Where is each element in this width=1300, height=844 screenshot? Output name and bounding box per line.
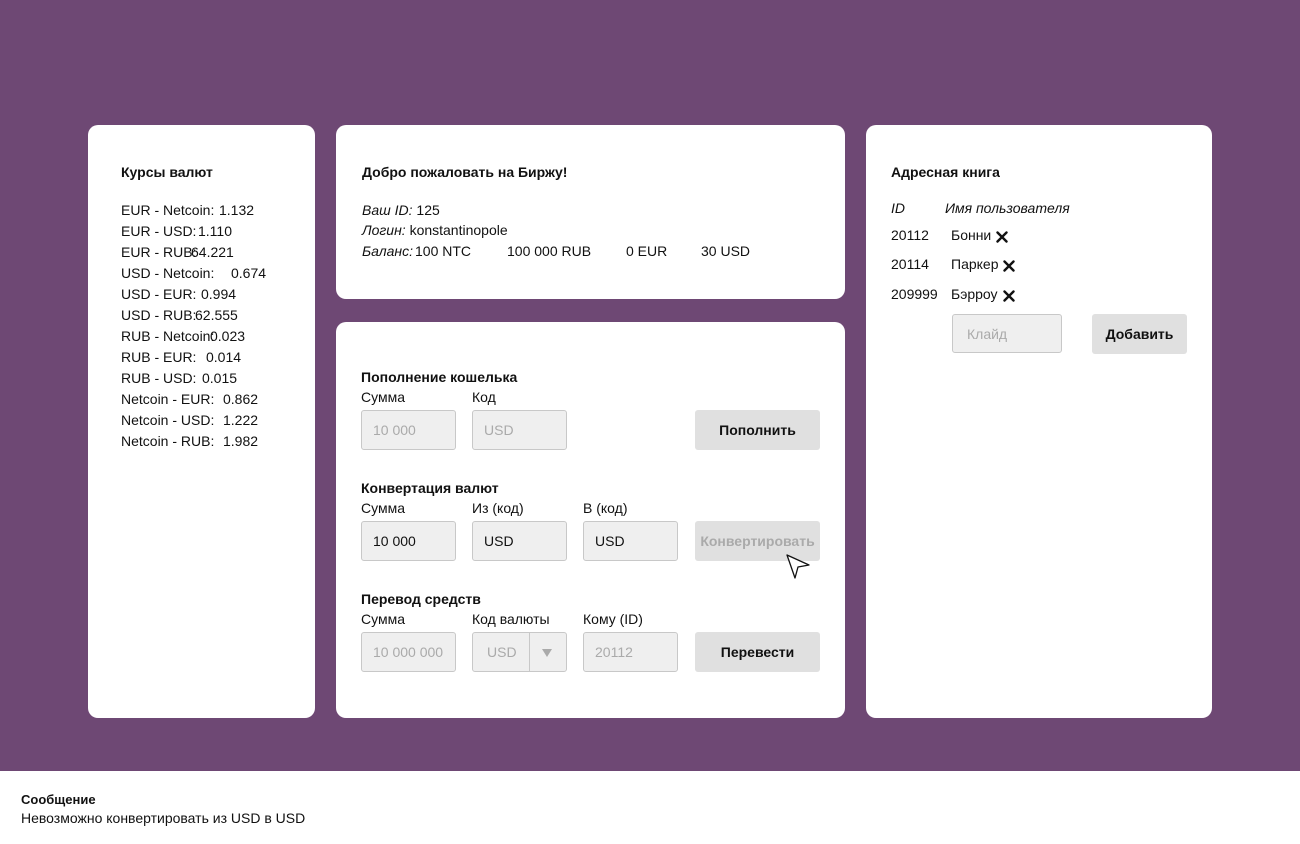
rate-pair: RUB - USD: bbox=[121, 370, 197, 386]
rate-pair: RUB - Netcoin: bbox=[121, 328, 215, 344]
deposit-amount-label: Сумма bbox=[361, 389, 405, 405]
balance-rub: 100 000 RUB bbox=[507, 243, 592, 259]
address-book-panel: Адресная книга ID Имя пользователя 20112… bbox=[866, 125, 1212, 718]
transfer-currency-value: USD bbox=[487, 644, 517, 660]
rate-value: 1.132 bbox=[219, 202, 255, 218]
convert-to-input[interactable]: USD bbox=[583, 521, 678, 561]
convert-amount-input[interactable]: 10 000 bbox=[361, 521, 456, 561]
transfer-recipient-label: Кому (ID) bbox=[583, 611, 643, 627]
rate-pair: EUR - Netcoin: bbox=[121, 202, 215, 218]
rate-row: EUR - Netcoin: 1.132 bbox=[121, 202, 254, 218]
rate-row: RUB - EUR: 0.014 bbox=[121, 349, 241, 365]
rate-pair: USD - RUB: bbox=[121, 307, 197, 323]
rate-pair: Netcoin - RUB: bbox=[121, 433, 215, 449]
remove-contact-icon[interactable] bbox=[1003, 290, 1015, 302]
rate-pair: EUR - USD: bbox=[121, 223, 197, 239]
contact-name: Паркер bbox=[951, 256, 999, 272]
rate-pair: Netcoin - EUR: bbox=[121, 391, 215, 407]
new-contact-name-input[interactable]: Клайд bbox=[952, 314, 1062, 353]
rate-value: 0.015 bbox=[202, 370, 238, 386]
rate-row: Netcoin - RUB: 1.982 bbox=[121, 433, 258, 449]
rate-value: 0.014 bbox=[206, 349, 242, 365]
transfer-title: Перевод средств bbox=[361, 591, 481, 607]
deposit-title: Пополнение кошелька bbox=[361, 369, 518, 385]
contact-id: 20114 bbox=[891, 256, 929, 272]
rate-value: 64.221 bbox=[191, 244, 234, 260]
message-title: Сообщение bbox=[21, 792, 96, 807]
login-label: Логин: bbox=[362, 222, 406, 238]
remove-contact-icon[interactable] bbox=[996, 231, 1008, 243]
operations-panel: Пополнение кошелька Сумма Код 10 000 USD… bbox=[336, 322, 845, 718]
convert-title: Конвертация валют bbox=[361, 480, 499, 496]
column-header-name: Имя пользователя bbox=[945, 200, 1070, 216]
user-id-row: Ваш ID: 125 bbox=[362, 202, 440, 218]
chevron-down-icon bbox=[542, 649, 552, 657]
balance-ntc: 100 NTC bbox=[415, 243, 472, 259]
rate-value: 0.862 bbox=[223, 391, 259, 407]
deposit-button[interactable]: Пополнить bbox=[695, 410, 820, 450]
balance-eur: 0 EUR bbox=[626, 243, 668, 259]
convert-from-label: Из (код) bbox=[472, 500, 524, 516]
rate-value: 0.994 bbox=[201, 286, 237, 302]
address-book-title: Адресная книга bbox=[891, 164, 1000, 180]
balance-row: Баланс: bbox=[362, 243, 413, 259]
welcome-panel: Добро пожаловать на Биржу! Ваш ID: 125 Л… bbox=[336, 125, 845, 299]
convert-amount-label: Сумма bbox=[361, 500, 405, 516]
rate-row: EUR - USD: 1.110 bbox=[121, 223, 232, 239]
rate-pair: EUR - RUB: bbox=[121, 244, 197, 260]
welcome-title: Добро пожаловать на Биржу! bbox=[362, 164, 568, 180]
rate-value: 0.023 bbox=[210, 328, 246, 344]
rate-row: RUB - Netcoin: 0.023 bbox=[121, 328, 245, 344]
remove-contact-icon[interactable] bbox=[1003, 260, 1015, 272]
deposit-amount-input[interactable]: 10 000 bbox=[361, 410, 456, 450]
rate-pair: Netcoin - USD: bbox=[121, 412, 215, 428]
message-area: Сообщение Невозможно конвертировать из U… bbox=[0, 771, 1300, 844]
rate-pair: RUB - EUR: bbox=[121, 349, 197, 365]
add-contact-button[interactable]: Добавить bbox=[1092, 314, 1187, 354]
rates-title: Курсы валют bbox=[121, 164, 213, 180]
balance-label: Баланс: bbox=[362, 243, 414, 259]
contact-name: Бэрроу bbox=[951, 286, 998, 302]
transfer-amount-input[interactable]: 10 000 000 bbox=[361, 632, 456, 672]
deposit-code-input[interactable]: USD bbox=[472, 410, 567, 450]
convert-to-label: В (код) bbox=[583, 500, 628, 516]
rate-row: USD - EUR: 0.994 bbox=[121, 286, 236, 302]
rate-row: Netcoin - USD: 1.222 bbox=[121, 412, 258, 428]
transfer-recipient-input[interactable]: 20112 bbox=[583, 632, 678, 672]
login-value: konstantinopole bbox=[409, 222, 508, 238]
rate-pair: USD - Netcoin: bbox=[121, 265, 215, 281]
rate-value: 1.110 bbox=[198, 223, 232, 239]
select-divider bbox=[529, 633, 530, 671]
login-row: Логин: konstantinopole bbox=[362, 222, 508, 238]
contact-id: 209999 bbox=[891, 286, 938, 302]
convert-from-input[interactable]: USD bbox=[472, 521, 567, 561]
contact-id: 20112 bbox=[891, 227, 929, 243]
rate-row: Netcoin - EUR: 0.862 bbox=[121, 391, 258, 407]
user-id-value: 125 bbox=[416, 202, 440, 218]
rate-row: RUB - USD: 0.015 bbox=[121, 370, 237, 386]
mouse-cursor-icon bbox=[786, 554, 810, 579]
message-text: Невозможно конвертировать из USD в USD bbox=[21, 810, 306, 826]
contact-name: Бонни bbox=[951, 227, 992, 243]
transfer-amount-label: Сумма bbox=[361, 611, 405, 627]
rate-row: USD - Netcoin: 0.674 bbox=[121, 265, 266, 281]
rates-panel: Курсы валют EUR - Netcoin: 1.132 EUR - USD… bbox=[88, 125, 315, 718]
transfer-button[interactable]: Перевести bbox=[695, 632, 820, 672]
column-header-id: ID bbox=[891, 200, 905, 216]
deposit-code-label: Код bbox=[472, 389, 496, 405]
rate-row: EUR - RUB: 64.221 bbox=[121, 244, 234, 260]
rate-row: USD - RUB: 62.555 bbox=[121, 307, 238, 323]
rate-value: 62.555 bbox=[195, 307, 238, 323]
rate-value: 0.674 bbox=[231, 265, 267, 281]
rate-value: 1.222 bbox=[223, 412, 259, 428]
rate-pair: USD - EUR: bbox=[121, 286, 197, 302]
transfer-currency-select[interactable]: USD bbox=[472, 632, 567, 672]
rate-value: 1.982 bbox=[223, 433, 259, 449]
user-id-label: Ваш ID: bbox=[362, 202, 413, 218]
transfer-currency-label: Код валюты bbox=[472, 611, 550, 627]
balance-usd: 30 USD bbox=[701, 243, 751, 259]
